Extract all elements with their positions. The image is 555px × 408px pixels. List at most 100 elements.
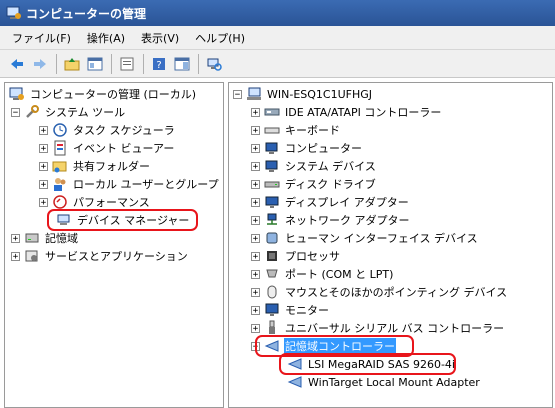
properties-button[interactable]: [116, 53, 138, 75]
tree-node-system-tools[interactable]: − システム ツール: [11, 103, 126, 121]
expand-toggle[interactable]: +: [11, 233, 20, 243]
expand-toggle[interactable]: +: [251, 179, 260, 189]
device-category[interactable]: + マウスとそのほかのポインティング デバイス: [251, 283, 508, 301]
tree-label-storage: 記憶域: [45, 232, 78, 245]
storage-controller-icon: [287, 376, 302, 388]
tree-label-shared-folders: 共有フォルダー: [73, 160, 150, 173]
expand-toggle[interactable]: +: [251, 233, 260, 243]
tree-label-services-apps: サービスとアプリケーション: [45, 250, 188, 263]
device-category[interactable]: + キーボード: [251, 121, 341, 139]
menu-action[interactable]: 操作(A): [79, 30, 133, 46]
expand-toggle[interactable]: +: [39, 179, 48, 189]
tree-node-shared-folders[interactable]: + 共有フォルダー: [39, 157, 151, 175]
menu-view[interactable]: 表示(V): [133, 30, 187, 46]
console-tree-pane[interactable]: コンピューターの管理 (ローカル) − システム ツール + タスク スケジュー…: [4, 82, 224, 408]
expand-toggle[interactable]: +: [251, 215, 260, 225]
forward-arrow-icon: [34, 58, 46, 69]
expand-toggle[interactable]: +: [251, 251, 260, 261]
collapse-toggle[interactable]: −: [11, 107, 20, 117]
device-category-label: システム デバイス: [285, 160, 376, 173]
tree-node-services-apps[interactable]: + サービスとアプリケーション: [11, 247, 189, 265]
device-category-label: ヒューマン インターフェイス デバイス: [285, 232, 478, 245]
device-category-label: ディスク ドライブ: [285, 178, 376, 191]
device-label: WinTarget Local Mount Adapter: [308, 375, 480, 389]
up-folder-button[interactable]: [61, 53, 83, 75]
expand-toggle[interactable]: +: [251, 323, 260, 333]
device-category[interactable]: + プロセッサ: [251, 247, 341, 265]
device-category[interactable]: + コンピューター: [251, 139, 363, 157]
expand-toggle[interactable]: +: [11, 251, 20, 261]
expand-toggle[interactable]: +: [251, 269, 260, 279]
device-category[interactable]: + ネットワーク アダプター: [251, 211, 411, 229]
svg-text:?: ?: [156, 60, 161, 71]
tree-node-local-users[interactable]: + ローカル ユーザーとグループ: [39, 175, 220, 193]
shared-folder-icon: [52, 161, 67, 173]
computer-management-icon: [9, 87, 24, 100]
toolbar-separator: [56, 53, 57, 74]
device-category[interactable]: + モニター: [251, 301, 330, 319]
device-category-label: モニター: [285, 304, 329, 317]
device-category[interactable]: + ヒューマン インターフェイス デバイス: [251, 229, 479, 247]
scan-hardware-icon: [207, 58, 222, 71]
tree-node-event-viewer[interactable]: + イベント ビューアー: [39, 139, 175, 157]
tree-node-root[interactable]: コンピューターの管理 (ローカル): [9, 85, 197, 103]
expand-toggle[interactable]: +: [251, 125, 260, 135]
device-category[interactable]: + ディスプレイ アダプター: [251, 193, 410, 211]
scan-hardware-button[interactable]: [203, 53, 225, 75]
expand-toggle[interactable]: +: [251, 107, 260, 117]
device-category[interactable]: + IDE ATA/ATAPI コントローラー: [251, 103, 442, 121]
device-category-label: マウスとそのほかのポインティング デバイス: [285, 286, 508, 299]
back-button[interactable]: [6, 53, 28, 75]
tree-label-task-scheduler: タスク スケジューラ: [73, 124, 175, 137]
expand-toggle[interactable]: +: [39, 143, 48, 153]
expand-toggle[interactable]: +: [39, 125, 48, 135]
device-category[interactable]: + システム デバイス: [251, 157, 377, 175]
expand-toggle[interactable]: +: [39, 197, 48, 207]
help-button[interactable]: ?: [148, 53, 170, 75]
expand-toggle[interactable]: +: [251, 161, 260, 171]
device-category-label: ディスプレイ アダプター: [285, 196, 409, 209]
device-category-label: ポート (COM と LPT): [285, 268, 394, 281]
help-icon: ?: [153, 57, 165, 71]
device-tree-host[interactable]: − WIN-ESQ1C1UFHGJ: [233, 85, 373, 103]
mouse-icon: [267, 285, 277, 299]
port-icon: [266, 269, 278, 278]
keyboard-icon: [264, 127, 280, 134]
device-category-label: ネットワーク アダプター: [285, 214, 410, 227]
device-wintarget[interactable]: WinTarget Local Mount Adapter: [287, 373, 481, 391]
expand-toggle[interactable]: +: [251, 305, 260, 315]
action-pane-button[interactable]: [171, 53, 193, 75]
menu-help[interactable]: ヘルプ(H): [187, 30, 253, 46]
processor-icon: [267, 251, 277, 261]
storage-icon: [25, 233, 39, 243]
performance-icon: [53, 195, 67, 209]
forward-button[interactable]: [29, 53, 51, 75]
expand-toggle[interactable]: +: [251, 197, 260, 207]
toolbar-separator: [143, 53, 144, 74]
expand-toggle[interactable]: +: [251, 287, 260, 297]
users-icon: [54, 178, 66, 191]
menu-bar: ファイル(F) 操作(A) 表示(V) ヘルプ(H): [0, 26, 555, 50]
expand-toggle[interactable]: +: [251, 143, 260, 153]
up-folder-icon: [64, 57, 80, 70]
expand-toggle[interactable]: +: [39, 161, 48, 171]
menu-file[interactable]: ファイル(F): [4, 30, 79, 46]
device-tree-pane[interactable]: − WIN-ESQ1C1UFHGJ + IDE ATA/ATAPI コントローラー…: [228, 82, 553, 408]
tree-label-event-viewer: イベント ビューアー: [73, 142, 175, 155]
device-category-label: コンピューター: [285, 142, 362, 155]
clock-icon: [53, 123, 67, 137]
disk-drive-icon: [264, 181, 280, 188]
device-category[interactable]: + ディスク ドライブ: [251, 175, 377, 193]
tree-node-storage[interactable]: + 記憶域: [11, 229, 79, 247]
device-category[interactable]: + ポート (COM と LPT): [251, 265, 394, 283]
usb-icon: [269, 320, 275, 334]
show-tree-button[interactable]: [84, 53, 106, 75]
tree-label-performance: パフォーマンス: [73, 196, 150, 209]
collapse-toggle[interactable]: −: [233, 89, 242, 99]
computer-management-icon: [6, 6, 21, 19]
back-arrow-icon: [11, 58, 23, 69]
toolbar-separator: [198, 53, 199, 74]
tree-node-task-scheduler[interactable]: + タスク スケジューラ: [39, 121, 176, 139]
red-highlight-lsi: [279, 353, 456, 375]
device-category-label: キーボード: [285, 124, 340, 137]
